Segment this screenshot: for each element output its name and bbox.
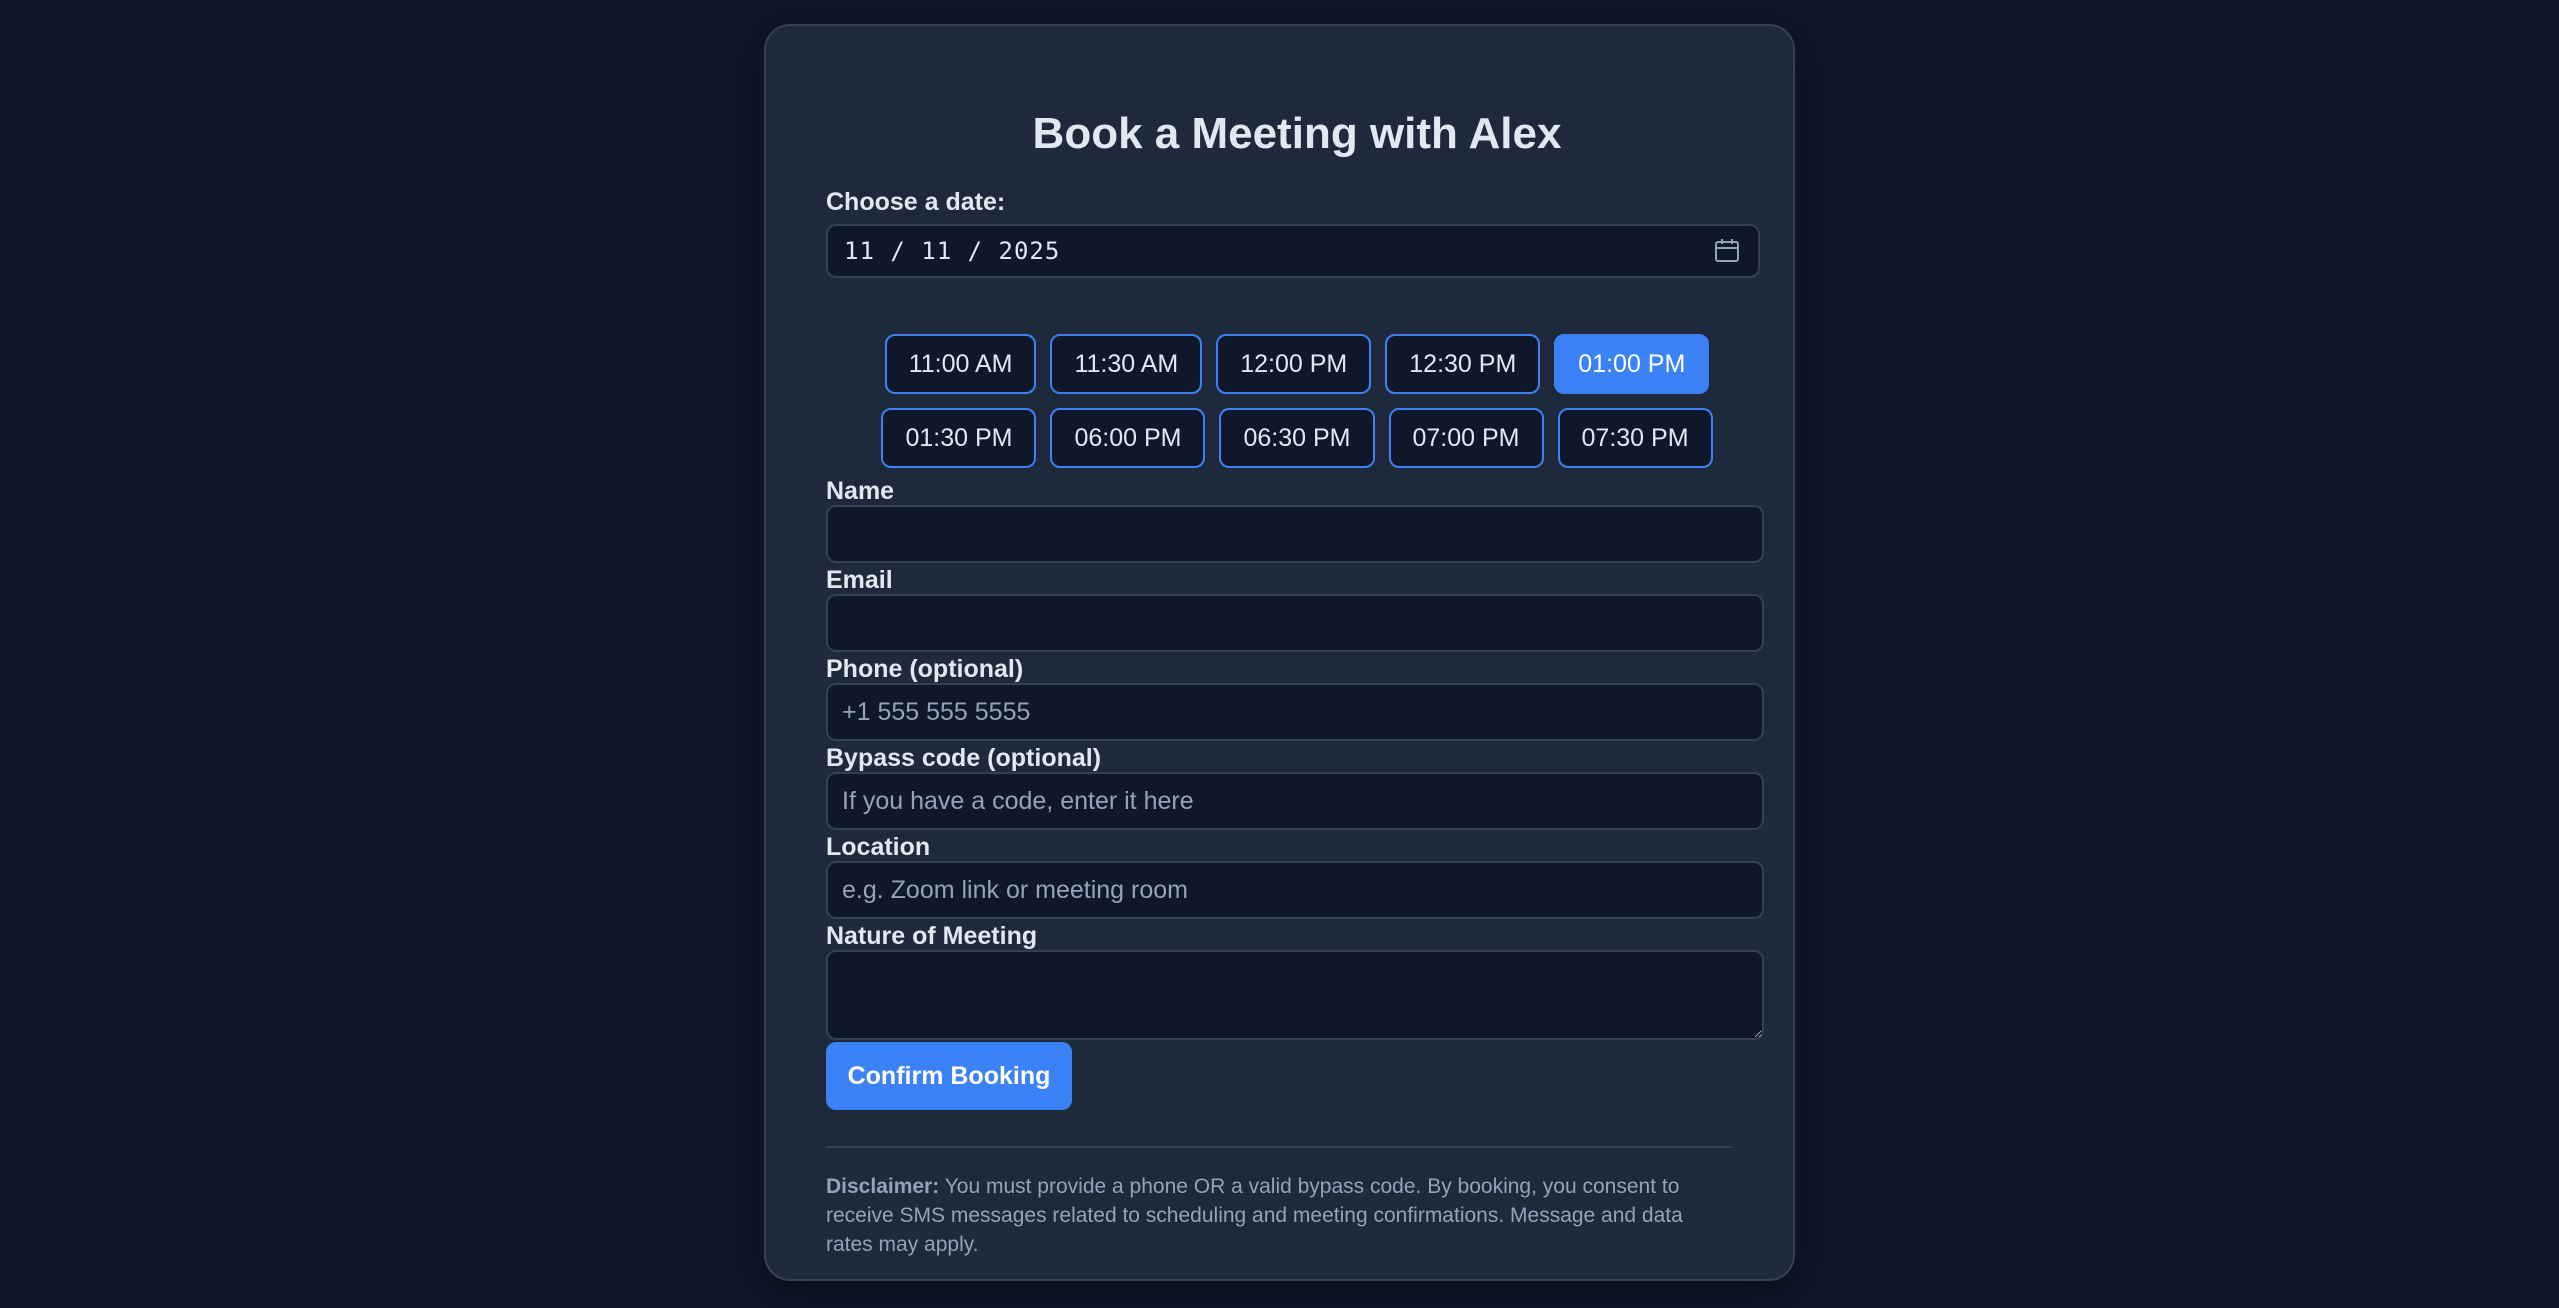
time-slot-button[interactable]: 01:00 PM	[1554, 334, 1710, 394]
time-slot-button[interactable]: 07:30 PM	[1557, 408, 1713, 468]
time-slots-row: 11:00 AM 11:30 AM 12:00 PM 12:30 PM 01:00 PM	[826, 334, 1768, 394]
disclaimer-heading: Disclaimer:	[826, 1175, 940, 1198]
time-slot-button[interactable]: 06:00 PM	[1050, 408, 1206, 468]
email-label: Email	[826, 566, 893, 594]
date-value[interactable]: 11 / 11 / 2025	[844, 237, 1060, 265]
time-slot-button[interactable]: 06:30 PM	[1219, 408, 1375, 468]
calendar-icon[interactable]	[1712, 236, 1742, 266]
disclaimer: Disclaimer: You must provide a phone OR …	[826, 1172, 1732, 1259]
nature-of-meeting-label: Nature of Meeting	[826, 922, 1038, 950]
date-label: Choose a date:	[826, 188, 1006, 216]
time-slot-button[interactable]: 12:00 PM	[1216, 334, 1372, 394]
phone-input[interactable]	[826, 683, 1764, 741]
date-picker[interactable]: 11 / 11 / 2025	[826, 224, 1760, 278]
time-slot-button[interactable]: 01:30 PM	[881, 408, 1037, 468]
location-label: Location	[826, 833, 931, 861]
bypass-code-label: Bypass code (optional)	[826, 744, 1102, 772]
time-slot-button[interactable]: 11:30 AM	[1050, 334, 1203, 394]
phone-label: Phone (optional)	[826, 655, 1024, 683]
time-slot-button[interactable]: 07:00 PM	[1388, 408, 1544, 468]
name-input[interactable]	[826, 505, 1764, 563]
email-input[interactable]	[826, 594, 1764, 652]
bypass-code-input[interactable]	[826, 772, 1764, 830]
nature-of-meeting-textarea[interactable]	[826, 950, 1764, 1040]
confirm-booking-button[interactable]: Confirm Booking	[826, 1042, 1072, 1110]
time-slots-row: 01:30 PM 06:00 PM 06:30 PM 07:00 PM 07:30 PM	[826, 408, 1768, 468]
time-slot-button[interactable]: 12:30 PM	[1385, 334, 1541, 394]
disclaimer-text: You must provide a phone OR a valid bypa…	[826, 1175, 1683, 1256]
page-title: Book a Meeting with Alex	[1032, 109, 1562, 158]
name-label: Name	[826, 477, 895, 505]
booking-card: Book a Meeting with Alex Choose a date: …	[764, 24, 1795, 1281]
location-input[interactable]	[826, 861, 1764, 919]
time-slot-button[interactable]: 11:00 AM	[884, 334, 1037, 394]
divider	[826, 1146, 1732, 1148]
